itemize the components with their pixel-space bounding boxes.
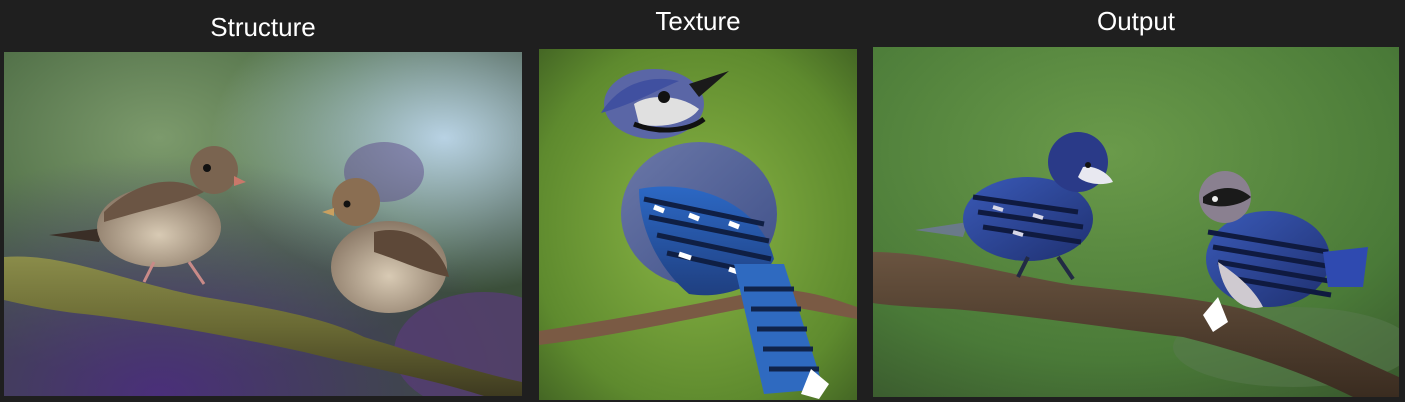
output-label: Output [1096, 6, 1176, 36]
structure-label: Structure [210, 12, 316, 42]
output-image [873, 47, 1399, 397]
structure-image [4, 52, 522, 396]
texture-label: Texture [655, 6, 741, 36]
texture-image [539, 49, 857, 400]
